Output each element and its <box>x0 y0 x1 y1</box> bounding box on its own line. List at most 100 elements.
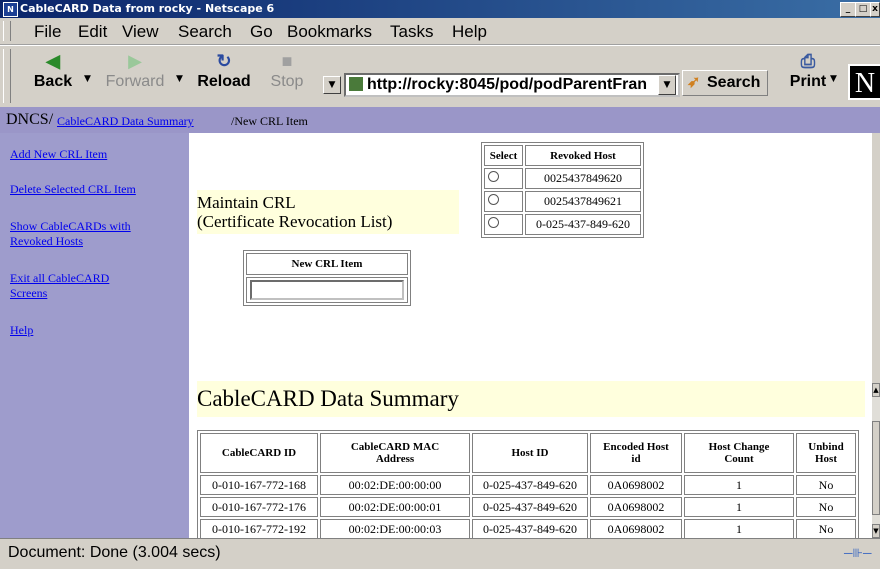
breadcrumb-root: DNCS/ <box>6 111 54 128</box>
status-text: Document: Done (3.004 secs) <box>8 544 221 561</box>
stop-button[interactable]: ■ Stop <box>266 50 308 91</box>
url-field[interactable]: http://rocky:8045/pod/podParentFran <box>344 73 680 97</box>
table-row: 0025437849621 <box>484 191 641 212</box>
sidebar-item-delete-selected-crl-item[interactable]: Delete Selected CRL Item <box>10 182 136 197</box>
sidebar-item-label: Delete Selected CRL Item <box>10 182 136 196</box>
breadcrumb-current-text: New CRL Item <box>234 114 308 128</box>
sidebar-item-add-new-crl-item[interactable]: Add New CRL Item <box>10 147 107 162</box>
stop-icon: ■ <box>281 51 293 71</box>
cell-cablecard-id: 0-010-167-772-192 <box>200 519 318 538</box>
revoked-select-cell[interactable] <box>484 214 523 235</box>
menu-view[interactable]: View <box>122 22 159 42</box>
back-label: Back <box>33 73 73 90</box>
cell-encoded-host-id: 0A0698002 <box>590 497 682 517</box>
sidebar-item-show-cablecards-revoked[interactable]: Show CableCARDs with Revoked Hosts <box>10 219 131 249</box>
col-cablecard-id: CableCARD ID <box>200 433 318 473</box>
sidebar-item-help[interactable]: Help <box>10 323 33 338</box>
status-bar: Document: Done (3.004 secs) ─⊪─ <box>0 538 880 569</box>
cell-cablecard-id: 0-010-167-772-168 <box>200 475 318 495</box>
netscape-logo[interactable]: N <box>848 64 880 100</box>
table-row: 0-010-167-772-168 00:02:DE:00:00:00 0-02… <box>200 475 856 495</box>
table-row: 0-010-167-772-176 00:02:DE:00:00:01 0-02… <box>200 497 856 517</box>
cablecard-summary-table: CableCARD ID CableCARD MAC Address Host I… <box>197 430 859 538</box>
cell-mac: 00:02:DE:00:00:03 <box>320 519 470 538</box>
menu-bar: File Edit View Search Go Bookmarks Tasks… <box>0 18 880 45</box>
menu-bookmarks[interactable]: Bookmarks <box>287 22 372 42</box>
new-crl-item-input[interactable] <box>250 280 404 300</box>
table-row: 0-010-167-772-192 00:02:DE:00:00:03 0-02… <box>200 519 856 538</box>
print-label: Print <box>789 73 827 90</box>
cell-host-id: 0-025-437-849-620 <box>472 475 588 495</box>
forward-history-dropdown[interactable]: ▼ <box>176 74 183 84</box>
url-dropdown-button[interactable]: ▼ <box>658 75 676 95</box>
cell-encoded-host-id: 0A0698002 <box>590 519 682 538</box>
back-history-dropdown[interactable]: ▼ <box>84 74 91 84</box>
maximize-button[interactable]: □ <box>855 2 871 17</box>
content-scrollbar[interactable]: ▲ ▼ <box>872 383 880 538</box>
search-icon: ➶ <box>687 74 701 91</box>
menu-go[interactable]: Go <box>250 22 273 42</box>
cell-unbind-host: No <box>796 519 856 538</box>
cell-cablecard-id: 0-010-167-772-176 <box>200 497 318 517</box>
url-history-dropdown[interactable]: ▼ <box>323 76 341 94</box>
col-unbind-host: Unbind Host <box>796 433 856 473</box>
revoked-select-cell[interactable] <box>484 168 523 189</box>
menu-file[interactable]: File <box>34 22 61 42</box>
sidebar-item-label: Screens <box>10 286 48 300</box>
minimize-button[interactable]: _ <box>840 2 856 17</box>
col-label: CableCARD MAC <box>350 441 440 453</box>
revoked-host-cell: 0-025-437-849-620 <box>525 214 641 235</box>
revoked-col-host: Revoked Host <box>525 145 641 166</box>
search-label: Search <box>707 74 761 91</box>
cell-mac: 00:02:DE:00:00:01 <box>320 497 470 517</box>
forward-arrow-icon: ▶ <box>128 51 142 71</box>
menu-tasks[interactable]: Tasks <box>390 22 433 42</box>
revoked-host-cell: 0025437849621 <box>525 191 641 212</box>
print-options-dropdown[interactable]: ▼ <box>830 74 837 84</box>
col-label: Address <box>375 453 415 465</box>
col-encoded-host-id: Encoded Host id <box>590 433 682 473</box>
search-button[interactable]: ➶ Search <box>682 70 768 96</box>
sidebar-item-label: Help <box>10 323 34 337</box>
col-label: Host Change <box>708 441 770 453</box>
cell-unbind-host: No <box>796 475 856 495</box>
col-host-change-count: Host Change Count <box>684 433 794 473</box>
col-label: Unbind <box>808 441 844 453</box>
connection-status-icon: ─⊪─ <box>844 546 872 560</box>
menu-search[interactable]: Search <box>178 22 232 42</box>
col-label: CableCARD ID <box>221 447 297 459</box>
main-content: Maintain CRL (Certificate Revocation Lis… <box>189 133 872 538</box>
revoked-select-cell[interactable] <box>484 191 523 212</box>
col-label: id <box>631 453 641 465</box>
new-crl-item-header: New CRL Item <box>246 253 408 275</box>
forward-button[interactable]: ▶ Forward <box>100 50 170 91</box>
url-text: http://rocky:8045/pod/podParentFran <box>367 76 648 93</box>
select-radio[interactable] <box>488 217 499 228</box>
toolbar-grip[interactable] <box>3 49 11 103</box>
reload-button[interactable]: ↻ Reload <box>194 50 254 91</box>
new-crl-item-cell <box>246 277 408 303</box>
menubar-grip[interactable] <box>3 21 11 41</box>
reload-icon: ↻ <box>216 51 232 71</box>
breadcrumb-current: /New CRL Item <box>231 114 308 128</box>
select-radio[interactable] <box>488 194 499 205</box>
window-title: CableCARD Data from rocky - Netscape 6 <box>20 2 275 15</box>
menu-edit[interactable]: Edit <box>78 22 107 42</box>
col-label: Encoded Host <box>603 441 669 453</box>
print-button[interactable]: ⎙ Print <box>778 50 838 91</box>
breadcrumb-link-cablecard-summary[interactable]: CableCARD Data Summary <box>57 108 194 134</box>
scroll-down-arrow[interactable]: ▼ <box>872 524 880 538</box>
data-summary-title: CableCARD Data Summary <box>197 386 459 411</box>
new-crl-item-table: New CRL Item <box>243 250 411 306</box>
close-button[interactable]: x <box>870 2 880 17</box>
cell-host-change-count: 1 <box>684 519 794 538</box>
back-button[interactable]: ◀ Back <box>30 50 76 91</box>
scroll-thumb[interactable] <box>872 421 880 515</box>
scroll-up-arrow[interactable]: ▲ <box>872 383 880 397</box>
cell-host-id: 0-025-437-849-620 <box>472 497 588 517</box>
menu-help[interactable]: Help <box>452 22 487 42</box>
cell-unbind-host: No <box>796 497 856 517</box>
select-radio[interactable] <box>488 171 499 182</box>
window-title-bar[interactable]: N CableCARD Data from rocky - Netscape 6… <box>0 0 880 18</box>
sidebar-item-exit-cablecard-screens[interactable]: Exit all CableCARD Screens <box>10 271 109 301</box>
